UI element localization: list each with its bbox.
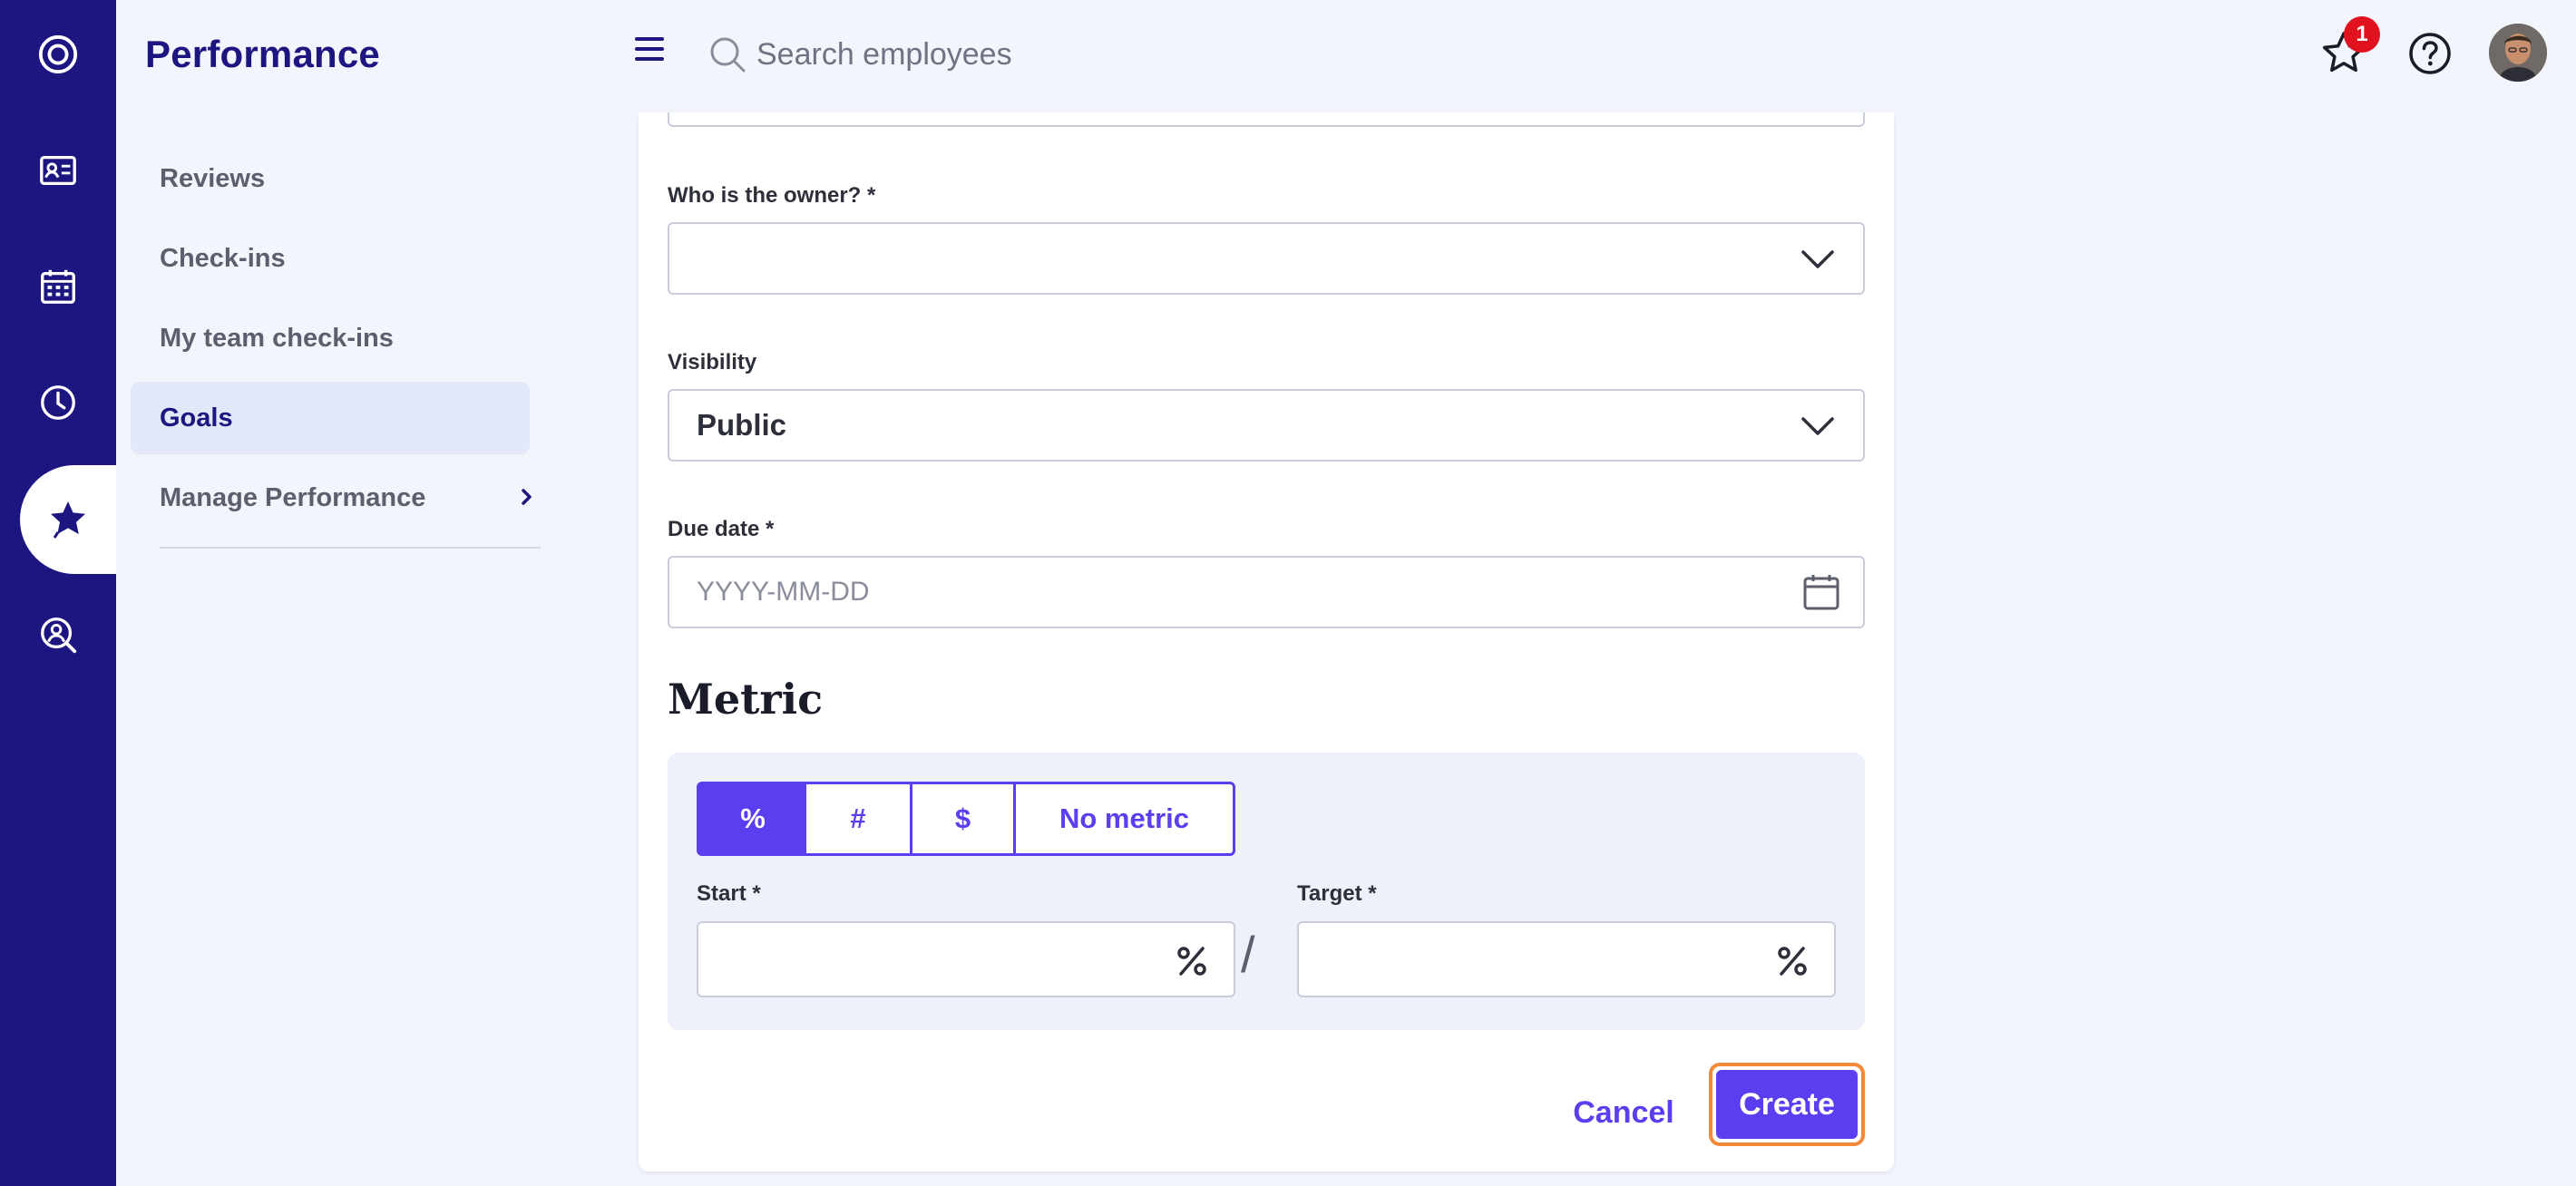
nav-divider [160,547,541,549]
owner-select[interactable] [668,222,1865,295]
visibility-select[interactable]: Public [668,389,1865,462]
metric-option-none[interactable]: No metric [1013,782,1235,856]
directory-icon[interactable] [0,120,116,221]
percent-icon [1177,947,1206,976]
nav-item-my-team-check-ins[interactable]: My team check-ins [131,302,530,374]
hamburger-menu-icon[interactable] [633,34,668,63]
metric-panel: % # $ No metric Start * / Target * [668,753,1865,1030]
nav-item-goals[interactable]: Goals [131,382,530,454]
nav-item-manage-performance[interactable]: Manage Performance [131,462,532,534]
metric-option-percent[interactable]: % [697,782,809,856]
app-rail [0,0,116,1186]
secondary-nav: Performance Reviews Check-ins My team ch… [116,0,581,1186]
owner-label: Who is the owner? * [668,183,876,208]
create-button[interactable]: Create [1709,1063,1865,1146]
visibility-label: Visibility [668,350,757,374]
avatar[interactable] [2489,24,2547,82]
notification-badge: 1 [2344,16,2380,53]
performance-star-icon[interactable] [20,465,116,574]
nav-item-label: Goals [160,403,233,433]
visibility-select-value: Public [697,408,787,442]
chevron-down-icon [1801,250,1834,268]
logo-icon[interactable] [0,4,116,105]
search-input[interactable] [756,27,1391,82]
nav-item-label: Manage Performance [160,482,426,512]
cancel-button[interactable]: Cancel [1553,1074,1694,1152]
nav-item-label: My team check-ins [160,323,394,353]
metric-option-currency[interactable]: $ [910,782,1016,856]
nav-item-label: Check-ins [160,243,286,273]
calendar-icon[interactable] [1801,572,1841,612]
range-separator: / [1241,926,1255,983]
due-date-label: Due date * [668,517,775,541]
due-date-input[interactable] [668,556,1865,628]
metric-heading: Metric [668,675,824,724]
search-icon [710,37,746,73]
target-input[interactable] [1297,921,1836,997]
nav-item-label: Reviews [160,163,266,193]
create-button-label: Create [1716,1070,1858,1139]
goal-form-card: Who is the owner? * Visibility Public Du… [639,112,1894,1171]
recruiting-search-icon[interactable] [0,584,116,685]
start-input[interactable] [697,921,1235,997]
metric-option-number[interactable]: # [806,782,912,856]
previous-field[interactable] [668,112,1865,127]
chevron-right-icon [522,489,532,505]
target-label: Target * [1297,881,1377,906]
chevron-down-icon [1801,417,1834,435]
start-label: Start * [697,881,761,906]
nav-item-check-ins[interactable]: Check-ins [131,222,530,295]
clock-icon[interactable] [0,352,116,453]
calendar-icon[interactable] [0,236,116,337]
nav-item-reviews[interactable]: Reviews [131,142,530,215]
user-photo-icon [2489,24,2547,82]
help-icon[interactable] [2407,31,2453,76]
section-title: Performance [145,33,380,75]
percent-icon [1778,947,1807,976]
